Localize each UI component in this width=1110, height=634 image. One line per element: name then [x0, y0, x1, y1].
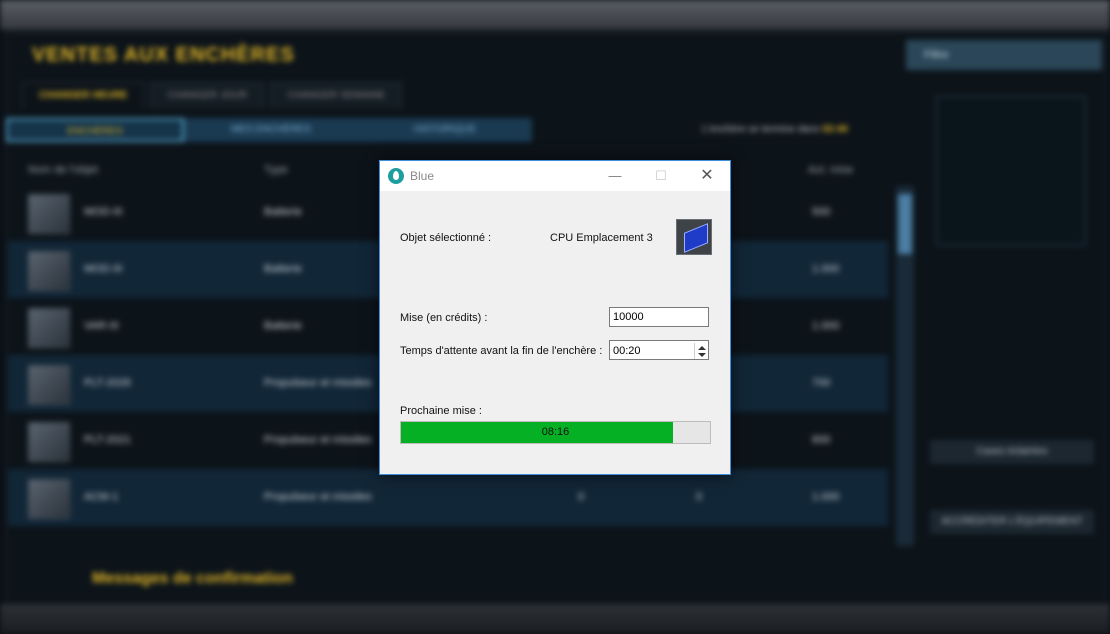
item-thumbnail: [28, 479, 70, 519]
auction-tabs: CHANGER HEURE CHANGER JOUR CHANGER SEMAI…: [22, 82, 403, 109]
selected-object-value: CPU Emplacement 3: [550, 232, 653, 244]
tab-day[interactable]: CHANGER JOUR: [150, 82, 265, 109]
auction-timer: L'enchère se termine dans 02:40: [702, 124, 848, 135]
row-bid: 600: [812, 434, 831, 446]
row-type: Batterie: [264, 320, 302, 332]
confirmation-messages[interactable]: Messages de confirmation: [92, 570, 293, 588]
item-thumbnail: [28, 308, 70, 348]
item-thumbnail: [28, 365, 70, 405]
col-bid[interactable]: Act. mise: [808, 164, 853, 176]
auction-title: VENTES AUX ENCHÈRES: [32, 44, 295, 66]
item-thumbnail: [28, 194, 70, 234]
scrollbar-thumb[interactable]: [898, 194, 912, 254]
window-bottom-bar: [0, 604, 1110, 634]
wait-time-label: Temps d'attente avant la fin de l'enchèr…: [400, 345, 603, 357]
row-name: MOD-III: [84, 263, 123, 275]
row-type: Propulseur et missiles: [264, 434, 372, 446]
row-type: Propulseur et missiles: [264, 491, 372, 503]
chip-graphic: [684, 223, 708, 253]
water-drop-icon: [388, 168, 404, 184]
item-preview-panel: [936, 96, 1086, 246]
bid-dialog: Blue — ☐ ✕ Objet sélectionné : CPU Empla…: [379, 160, 731, 475]
row-name: MOD-III: [84, 206, 123, 218]
col-name[interactable]: Nom de l'objet: [28, 164, 98, 176]
filter-box[interactable]: Filtre: [906, 40, 1102, 70]
spin-buttons[interactable]: [694, 343, 709, 359]
next-bid-label: Prochaine mise :: [400, 405, 482, 417]
tab-week[interactable]: CHANGER SEMAINE: [270, 82, 403, 109]
item-thumbnail: [28, 422, 70, 462]
row-name: VAR-III: [84, 320, 119, 332]
row-bid: 1.000: [812, 491, 840, 503]
subtab-my-bids[interactable]: MES ENCHÈRES: [184, 118, 358, 142]
selected-object-label: Objet sélectionné :: [400, 232, 492, 244]
auction-subtabs: ENCHÈRES MES ENCHÈRES HISTORIQUE: [6, 118, 532, 142]
row-type: Batterie: [264, 206, 302, 218]
col-type[interactable]: Type: [264, 164, 288, 176]
maximize-button[interactable]: ☐: [638, 161, 684, 191]
item-thumbnail: [28, 251, 70, 291]
row-bid: 1.000: [812, 320, 840, 332]
subtab-history[interactable]: HISTORIQUE: [358, 118, 532, 142]
row-name: PLT-2021: [84, 434, 131, 446]
cpu-chip-icon: [676, 219, 712, 255]
row-col4: 0: [696, 491, 703, 503]
timer-value: 02:40: [822, 124, 848, 135]
minimize-button[interactable]: —: [592, 161, 638, 191]
timer-label: L'enchère se termine dans: [702, 124, 820, 135]
row-type: Propulseur et missiles: [264, 377, 372, 389]
subtab-auctions[interactable]: ENCHÈRES: [6, 118, 184, 142]
spin-down-icon[interactable]: [698, 353, 706, 357]
spin-up-icon[interactable]: [698, 346, 706, 350]
close-button[interactable]: ✕: [684, 161, 730, 191]
tab-hour[interactable]: CHANGER HEURE: [22, 82, 145, 109]
row-bid: 500: [812, 206, 831, 218]
row-name: ACM-1: [84, 491, 119, 503]
bid-input[interactable]: [609, 307, 709, 327]
accredit-equipment-button[interactable]: ACCRÉDITER L'ÉQUIPEMENT: [930, 510, 1094, 534]
row-name: PLT-2026: [84, 377, 131, 389]
lit-cases-button[interactable]: Cases éclairées: [930, 440, 1094, 464]
next-bid-progress: 08:16: [400, 421, 711, 444]
row-col3: 0: [578, 491, 585, 503]
next-bid-time: 08:16: [541, 426, 570, 438]
row-bid: 1.000: [812, 263, 840, 275]
table-scrollbar[interactable]: [896, 186, 914, 546]
wait-time-value: 00:20: [613, 345, 641, 357]
window-top-bar: [0, 0, 1110, 30]
wait-time-spinbox[interactable]: 00:20: [609, 340, 709, 360]
table-row[interactable]: ACM-1 Propulseur et missiles 0 0 1.000: [8, 469, 888, 526]
bid-label: Mise (en crédits) :: [400, 312, 488, 324]
row-type: Batterie: [264, 263, 302, 275]
dialog-title: Blue: [410, 169, 435, 183]
row-bid: 700: [812, 377, 831, 389]
dialog-titlebar[interactable]: Blue — ☐ ✕: [380, 161, 730, 191]
